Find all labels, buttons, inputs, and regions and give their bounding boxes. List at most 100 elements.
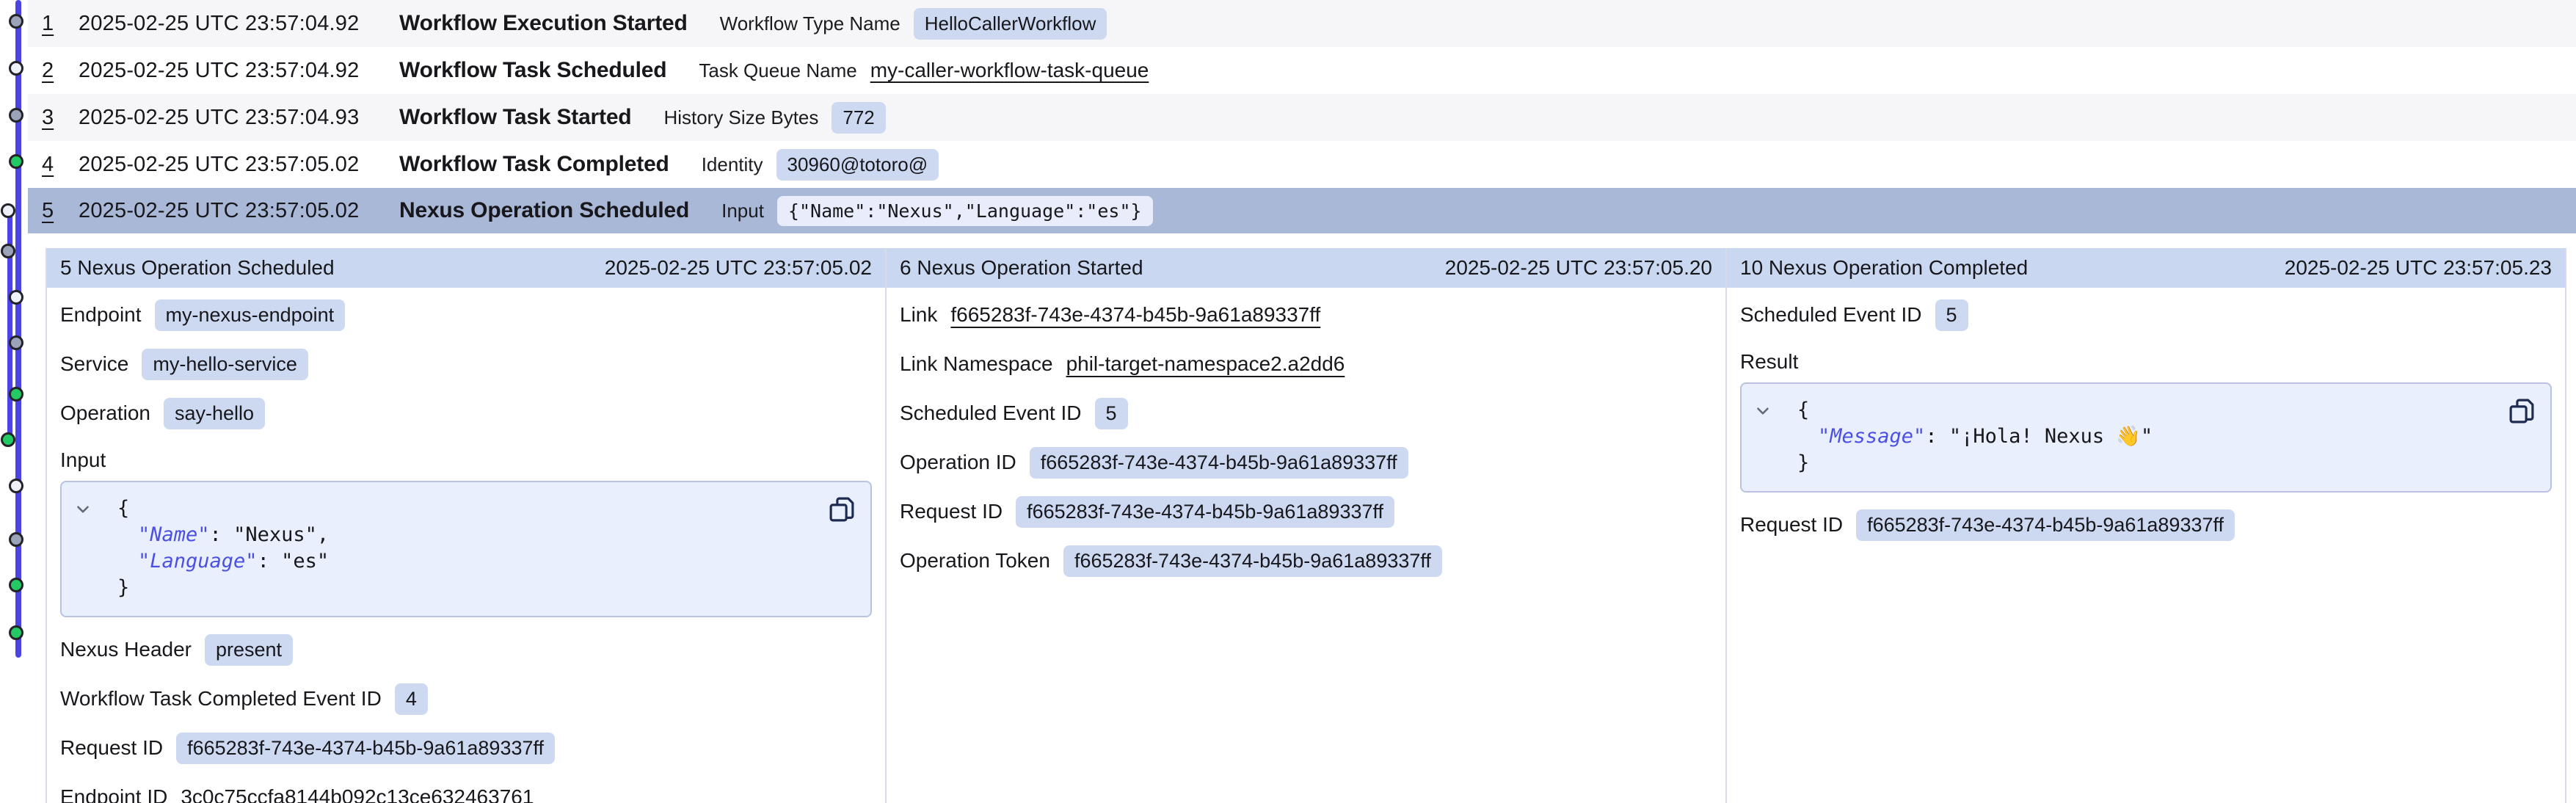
- event-attr-label: Input: [721, 200, 764, 222]
- copy-icon[interactable]: [826, 494, 857, 525]
- field-operation-token: Operation Token f665283f-743e-4374-b45b-…: [900, 544, 1712, 578]
- nexus-header-badge: present: [205, 634, 293, 666]
- operation-token-badge: f665283f-743e-4374-b45b-9a61a89337ff: [1063, 545, 1442, 577]
- workflow-event-history-screen: 1 2025-02-25 UTC 23:57:04.92 Workflow Ex…: [0, 0, 2576, 803]
- event-row-2[interactable]: 2 2025-02-25 UTC 23:57:04.92 Workflow Ta…: [28, 47, 2576, 94]
- json-line: }: [76, 575, 856, 601]
- endpoint-badge: my-nexus-endpoint: [155, 299, 346, 331]
- panel-nexus-operation-completed: 10 Nexus Operation Completed 2025-02-25 …: [1727, 248, 2566, 803]
- rail-dot-event-11-scheduled: [9, 479, 23, 493]
- request-id-badge: f665283f-743e-4374-b45b-9a61a89337ff: [176, 733, 555, 764]
- rail-dot-event-1-started: [9, 14, 23, 29]
- collapse-chevron-icon[interactable]: [1753, 402, 1772, 421]
- field-request-id: Request ID f665283f-743e-4374-b45b-9a61a…: [900, 495, 1712, 528]
- field-request-id: Request ID f665283f-743e-4374-b45b-9a61a…: [60, 731, 872, 765]
- panel-timestamp: 2025-02-25 UTC 23:57:05.20: [1445, 256, 1712, 280]
- event-attr-value-badge: HelloCallerWorkflow: [914, 8, 1107, 40]
- panel-title: 10 Nexus Operation Completed: [1740, 256, 2028, 280]
- event-timestamp: 2025-02-25 UTC 23:57:04.92: [79, 12, 399, 36]
- event-row-1[interactable]: 1 2025-02-25 UTC 23:57:04.92 Workflow Ex…: [28, 0, 2576, 47]
- panel-timestamp: 2025-02-25 UTC 23:57:05.02: [605, 256, 872, 280]
- rail-dot-event-7-scheduled: [9, 290, 23, 305]
- event-timestamp: 2025-02-25 UTC 23:57:05.02: [79, 153, 399, 177]
- field-service: Service my-hello-service: [60, 347, 872, 381]
- event-input-json-badge: {"Name":"Nexus","Language":"es"}: [777, 196, 1153, 226]
- rail-dot-event-9-completed: [9, 387, 23, 402]
- json-line: }: [1756, 450, 2536, 476]
- rail-dot-event-4-completed: [9, 154, 23, 169]
- event-timestamp: 2025-02-25 UTC 23:57:05.02: [79, 199, 399, 223]
- rail-dot-event-10-completed: [1, 432, 15, 447]
- event-timeline-rail: [0, 0, 29, 803]
- operation-id-badge: f665283f-743e-4374-b45b-9a61a89337ff: [1030, 447, 1408, 479]
- event-attr-label: Identity: [702, 153, 763, 176]
- result-json-viewer: { "Message": "¡Hola! Nexus 👋" }: [1740, 382, 2552, 493]
- event-id-link[interactable]: 1: [42, 12, 79, 36]
- collapse-chevron-icon[interactable]: [73, 500, 92, 519]
- event-name: Workflow Task Scheduled: [399, 58, 666, 83]
- input-json-viewer: { "Name": "Nexus", "Language": "es" }: [60, 481, 872, 617]
- panel-title: 6 Nexus Operation Started: [900, 256, 1143, 280]
- panel-header: 10 Nexus Operation Completed 2025-02-25 …: [1727, 248, 2565, 288]
- field-endpoint: Endpoint my-nexus-endpoint: [60, 298, 872, 332]
- panel-nexus-operation-started: 6 Nexus Operation Started 2025-02-25 UTC…: [887, 248, 1727, 803]
- rail-dot-event-13-completed: [9, 578, 23, 592]
- rail-dot-event-2-scheduled: [9, 61, 23, 76]
- json-line: "Language": "es": [76, 548, 856, 575]
- panel-timestamp: 2025-02-25 UTC 23:57:05.23: [2285, 256, 2552, 280]
- service-badge: my-hello-service: [142, 349, 308, 380]
- event-row-5-selected[interactable]: 5 2025-02-25 UTC 23:57:05.02 Nexus Opera…: [28, 188, 2576, 233]
- field-endpoint-id: Endpoint ID 3c0c75ccfa8144b092c13ce63246…: [60, 780, 872, 803]
- event-attr-value-badge: 772: [832, 102, 885, 134]
- task-queue-link[interactable]: my-caller-workflow-task-queue: [870, 59, 1149, 82]
- event-timestamp: 2025-02-25 UTC 23:57:04.92: [79, 59, 399, 83]
- event-attr-label: Workflow Type Name: [720, 12, 900, 35]
- event-name: Workflow Execution Started: [399, 11, 688, 36]
- event-name: Workflow Task Started: [399, 105, 631, 130]
- rail-dot-event-8-started: [9, 335, 23, 350]
- field-scheduled-event-id: Scheduled Event ID 5: [900, 396, 1712, 430]
- event-row-3[interactable]: 3 2025-02-25 UTC 23:57:04.93 Workflow Ta…: [28, 94, 2576, 141]
- field-nexus-header: Nexus Header present: [60, 633, 872, 666]
- rail-dot-event-14-completed: [9, 625, 23, 640]
- workflow-link[interactable]: f665283f-743e-4374-b45b-9a61a89337ff: [950, 303, 1320, 327]
- event-id-link[interactable]: 4: [42, 153, 79, 177]
- json-line: "Name": "Nexus",: [76, 522, 856, 548]
- endpoint-id-link[interactable]: 3c0c75ccfa8144b092c13ce632463761: [181, 785, 534, 803]
- event-id-link[interactable]: 3: [42, 106, 79, 130]
- rail-dot-event-6-started: [1, 244, 15, 258]
- rail-dot-event-12-started: [9, 532, 23, 547]
- event-id-link[interactable]: 2: [42, 59, 79, 83]
- panel-header: 6 Nexus Operation Started 2025-02-25 UTC…: [887, 248, 1725, 288]
- field-input-label: Input: [60, 446, 872, 475]
- field-operation-id: Operation ID f665283f-743e-4374-b45b-9a6…: [900, 446, 1712, 479]
- request-id-badge: f665283f-743e-4374-b45b-9a61a89337ff: [1016, 496, 1394, 528]
- json-line: "Message": "¡Hola! Nexus 👋": [1756, 424, 2536, 450]
- event-id-link[interactable]: 5: [42, 199, 79, 223]
- event-row-4[interactable]: 4 2025-02-25 UTC 23:57:05.02 Workflow Ta…: [28, 141, 2576, 188]
- field-link: Link f665283f-743e-4374-b45b-9a61a89337f…: [900, 298, 1712, 332]
- rail-dot-event-5-scheduled: [1, 203, 15, 218]
- event-name: Nexus Operation Scheduled: [399, 198, 689, 223]
- timeline-main-line: [15, 0, 21, 658]
- field-request-id: Request ID f665283f-743e-4374-b45b-9a61a…: [1740, 508, 2552, 542]
- scheduled-event-id-badge: 5: [1095, 398, 1128, 429]
- field-link-namespace: Link Namespace phil-target-namespace2.a2…: [900, 347, 1712, 381]
- field-operation: Operation say-hello: [60, 396, 872, 430]
- field-result-label: Result: [1740, 347, 2552, 377]
- event-attr-label: History Size Bytes: [663, 106, 818, 129]
- panel-header: 5 Nexus Operation Scheduled 2025-02-25 U…: [47, 248, 885, 288]
- panel-title: 5 Nexus Operation Scheduled: [60, 256, 335, 280]
- event-attr-label: Task Queue Name: [699, 59, 856, 82]
- namespace-link[interactable]: phil-target-namespace2.a2dd6: [1066, 352, 1345, 376]
- wtce-id-badge: 4: [395, 683, 428, 715]
- panel-nexus-operation-scheduled: 5 Nexus Operation Scheduled 2025-02-25 U…: [46, 248, 887, 803]
- copy-icon[interactable]: [2506, 396, 2537, 426]
- json-line: {: [76, 495, 856, 522]
- field-workflow-task-completed-event-id: Workflow Task Completed Event ID 4: [60, 682, 872, 716]
- event-attr-value-badge: 30960@totoro@: [776, 149, 939, 181]
- scheduled-event-id-badge: 5: [1935, 299, 1968, 331]
- rail-dot-event-3-started: [9, 108, 23, 123]
- operation-badge: say-hello: [164, 398, 265, 429]
- field-scheduled-event-id: Scheduled Event ID 5: [1740, 298, 2552, 332]
